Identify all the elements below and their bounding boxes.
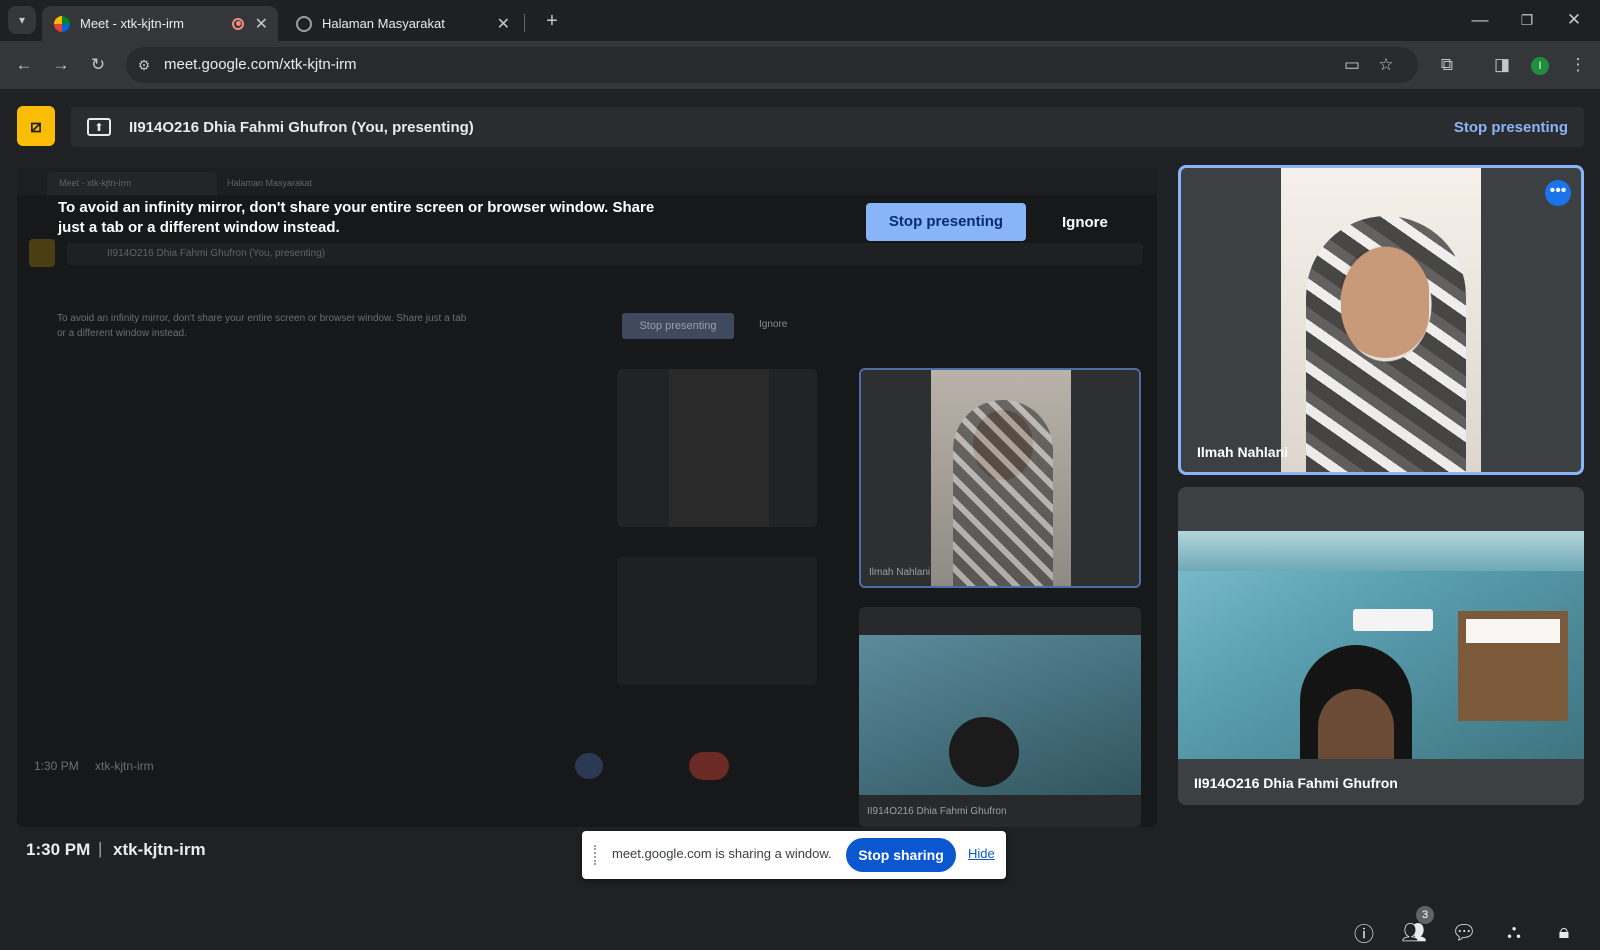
mirror-tile-self: II914O216 Dhia Fahmi Ghufron [859,607,1141,827]
participant-window-frame [1458,611,1568,721]
mirror-tab: Halaman Masyarakat [227,178,313,188]
mirror-tile-pinned: Ilmah Nahlani [859,368,1141,588]
site-settings-icon[interactable]: ⚙ [130,51,158,79]
tab-title: Meet - xtk-kjtn-irm [80,16,184,31]
mirror-tile [617,557,817,685]
presenting-label: II914O216 Dhia Fahmi Ghufron (You, prese… [129,118,474,136]
back-icon[interactable]: ← [10,51,38,79]
participant-name: Ilmah Nahlani [1197,444,1289,460]
profile-avatar[interactable]: I [1531,57,1549,75]
mirror-nametag: Ilmah Nahlani [869,567,931,578]
presenting-bar: ⬆ II914O216 Dhia Fahmi Ghufron (You, pre… [71,107,1584,147]
footer-time: 1:30 PM [26,840,91,859]
shared-screen-preview: Meet - xtk-kjtn-irm Halaman Masyarakat I… [17,167,1157,827]
mirror-ignore: Ignore [759,319,788,330]
close-window-icon[interactable]: ✕ [1560,6,1588,34]
chat-icon[interactable]: 💬︎ [1446,914,1482,950]
bookmark-star-icon[interactable]: ☆ [1372,51,1400,79]
participant-face [1318,689,1394,759]
meet-favicon-icon [54,15,70,32]
extensions-icon[interactable]: ⧉ [1433,51,1461,79]
ignore-button[interactable]: Ignore [1062,214,1108,231]
tab-title: Halaman Masyarakat [322,16,445,31]
reload-icon[interactable]: ↻ [84,51,112,79]
sharing-notice-text: meet.google.com is sharing a window. [612,846,832,861]
tab-halaman-masyarakat[interactable]: Halaman Masyarakat ✕ [284,6,520,41]
mirror-present-button [575,753,603,779]
mirror-footer-code: xtk-kjtn-irm [95,759,154,773]
tab-meet[interactable]: Meet - xtk-kjtn-irm ✕ [42,6,278,41]
camera-in-use-icon[interactable]: ▭ [1338,51,1366,79]
mirror-footer-time: 1:30 PM [34,759,79,773]
participant-ac-unit [1353,609,1433,631]
url-text: meet.google.com/xtk-kjtn-irm [164,56,357,73]
people-count-badge: 3 [1416,906,1434,924]
side-panel-icon[interactable]: ◨ [1488,51,1516,79]
presenting-stop-icon[interactable]: ⧄ [17,106,55,146]
sharing-notice: meet.google.com is sharing a window. Sto… [582,831,1006,879]
participant-tile-self[interactable]: II914O216 Dhia Fahmi Ghufron [1178,487,1584,805]
stop-sharing-button[interactable]: Stop sharing [846,838,956,872]
mirror-present-icon [29,239,55,267]
mirror-tile [617,369,817,527]
new-tab-icon[interactable]: + [538,7,566,35]
mirror-stop-button: Stop presenting [622,313,734,339]
minimize-icon[interactable]: — [1466,6,1494,34]
meeting-details-icon[interactable]: ⓘ [1346,914,1382,950]
participant-hijab [1306,216,1466,472]
meet-stage: ⧄ ⬆ II914O216 Dhia Fahmi Ghufron (You, p… [0,89,1600,946]
more-options-icon[interactable]: ••• [1545,180,1571,206]
address-bar[interactable]: ⚙ meet.google.com/xtk-kjtn-irm ▭ ☆ [126,47,1418,83]
mirror-tab: Meet - xtk-kjtn-irm [47,172,217,195]
tab-divider [524,14,525,32]
participant-ceiling [1178,531,1584,571]
globe-favicon-icon [296,15,312,32]
tab-search-icon[interactable]: ▾ [8,6,36,34]
mirror-presenting-bar: II914O216 Dhia Fahmi Ghufron (You, prese… [67,243,1143,265]
mirror-warning-text: To avoid an infinity mirror, don't share… [57,313,467,339]
stop-presenting-button[interactable]: Stop presenting [866,203,1026,241]
infinity-mirror-warning: To avoid an infinity mirror, don't share… [58,199,655,236]
participant-tile-pinned[interactable]: ••• Ilmah Nahlani [1178,165,1584,475]
activities-icon[interactable]: ⛬ [1496,914,1532,950]
browser-menu-icon[interactable]: ⋮ [1564,51,1592,79]
close-tab-icon[interactable]: ✕ [255,14,268,34]
host-controls-icon[interactable]: 🔒︎ [1546,914,1582,950]
close-tab-icon[interactable]: ✕ [497,14,510,34]
hide-link[interactable]: Hide [968,846,995,861]
drag-handle-icon[interactable] [594,845,598,865]
participant-name: II914O216 Dhia Fahmi Ghufron [1194,775,1398,791]
restore-icon[interactable]: ❐ [1513,6,1541,34]
stop-presenting-link[interactable]: Stop presenting [1454,119,1568,136]
mirror-tab-strip: Meet - xtk-kjtn-irm Halaman Masyarakat [17,167,1157,195]
mirror-hangup [689,752,729,780]
footer-separator: | [98,839,103,858]
browser-toolbar: ← → ↻ ⚙ meet.google.com/xtk-kjtn-irm ▭ ☆… [0,41,1600,89]
people-icon[interactable]: 👥︎ 3 [1396,906,1434,950]
recording-indicator-icon [232,17,244,30]
meeting-code[interactable]: xtk-kjtn-irm [113,840,206,860]
browser-tab-strip: ▾ Meet - xtk-kjtn-irm ✕ Halaman Masyarak… [0,0,1600,41]
forward-icon[interactable]: → [47,51,75,79]
present-screen-icon: ⬆ [87,118,111,136]
mirror-nametag: II914O216 Dhia Fahmi Ghufron [867,806,1007,817]
